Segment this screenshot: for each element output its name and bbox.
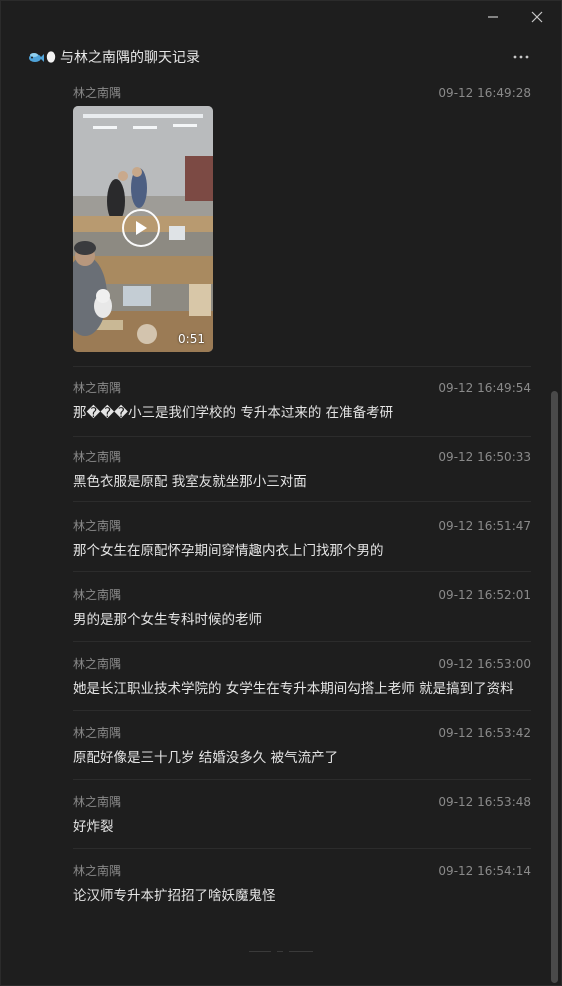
chat-title: 与林之南隅的聊天记录 — [60, 50, 200, 66]
message-item: 林之南隅 09-12 16:51:47 那个女生在原配怀孕期间穿情趣内衣上门找那… — [73, 518, 531, 560]
message-divider — [73, 710, 531, 711]
sender-name: 林之南隅 — [73, 86, 122, 100]
chat-history-window: 与林之南隅的聊天记录 林之南隅 09-12 16:49:28 0:51 林之南隅… — [0, 0, 562, 986]
message-list[interactable]: 林之南隅 09-12 16:49:28 0:51 林之南隅 09-12 16:4… — [1, 81, 561, 985]
minimize-icon[interactable] — [483, 7, 503, 27]
message-time: 09-12 16:49:28 — [438, 86, 531, 100]
message-time: 09-12 16:54:14 — [438, 864, 531, 878]
sender-name: 林之南隅 — [73, 657, 122, 671]
close-icon[interactable] — [527, 7, 547, 27]
message-divider — [73, 366, 531, 367]
scrollbar-thumb[interactable] — [551, 391, 558, 983]
message-time: 09-12 16:53:48 — [438, 795, 531, 809]
message-text: 男的是那个女生专科时候的老师 — [73, 612, 262, 628]
message-divider — [73, 571, 531, 572]
video-thumbnail[interactable]: 0:51 — [73, 106, 213, 352]
message-divider — [73, 436, 531, 437]
chat-header: 与林之南隅的聊天记录 — [1, 41, 561, 73]
play-icon[interactable] — [122, 209, 160, 247]
message-time: 09-12 16:53:42 — [438, 726, 531, 740]
message-text: 黑色衣服是原配 我室友就坐那小三对面 — [73, 474, 307, 490]
message-divider — [73, 501, 531, 502]
message-item: 林之南隅 09-12 16:49:28 0:51 — [73, 85, 531, 352]
message-text: 论汉师专升本扩招招了啥妖魔鬼怪 — [73, 888, 276, 904]
message-time: 09-12 16:51:47 — [438, 519, 531, 533]
message-item: 林之南隅 09-12 16:50:33 黑色衣服是原配 我室友就坐那小三对面 — [73, 449, 531, 491]
title-group: 与林之南隅的聊天记录 — [28, 47, 200, 67]
message-item: 林之南隅 09-12 16:52:01 男的是那个女生专科时候的老师 — [73, 587, 531, 629]
message-item: 林之南隅 09-12 16:54:14 论汉师专升本扩招招了啥妖魔鬼怪 — [73, 863, 531, 905]
sender-name: 林之南隅 — [73, 588, 122, 602]
message-text: 那个女生在原配怀孕期间穿情趣内衣上门找那个男的 — [73, 543, 384, 559]
message-divider — [73, 848, 531, 849]
sender-name: 林之南隅 — [73, 381, 122, 395]
message-text: 她是长江职业技术学院的 女学生在专升本期间勾搭上老师 就是搞到了资料 — [73, 681, 514, 697]
sender-name: 林之南隅 — [73, 450, 122, 464]
video-duration: 0:51 — [178, 332, 205, 346]
loading-indicator — [249, 949, 319, 953]
message-divider — [73, 779, 531, 780]
sender-name: 林之南隅 — [73, 864, 122, 878]
message-item: 林之南隅 09-12 16:53:00 她是长江职业技术学院的 女学生在专升本期… — [73, 656, 531, 698]
message-time: 09-12 16:52:01 — [438, 588, 531, 602]
egg-icon — [46, 48, 56, 67]
message-item: 林之南隅 09-12 16:53:42 原配好像是三十几岁 结婚没多久 被气流产… — [73, 725, 531, 767]
sender-name: 林之南隅 — [73, 795, 122, 809]
message-time: 09-12 16:49:54 — [438, 381, 531, 395]
sender-name: 林之南隅 — [73, 519, 122, 533]
message-item: 林之南隅 09-12 16:53:48 好炸裂 — [73, 794, 531, 836]
message-divider — [73, 641, 531, 642]
message-text: 原配好像是三十几岁 结婚没多久 被气流产了 — [73, 750, 339, 766]
sender-name: 林之南隅 — [73, 726, 122, 740]
message-time: 09-12 16:50:33 — [438, 450, 531, 464]
message-item: 林之南隅 09-12 16:49:54 那���小三是我们学校的 专升本过来的 … — [73, 380, 531, 422]
message-time: 09-12 16:53:00 — [438, 657, 531, 671]
window-controls — [483, 7, 547, 27]
more-dots-icon[interactable] — [511, 47, 531, 67]
message-text: 好炸裂 — [73, 819, 114, 835]
message-text: 那���小三是我们学校的 专升本过来的 在准备考研 — [73, 405, 394, 421]
fish-icon — [28, 48, 44, 67]
